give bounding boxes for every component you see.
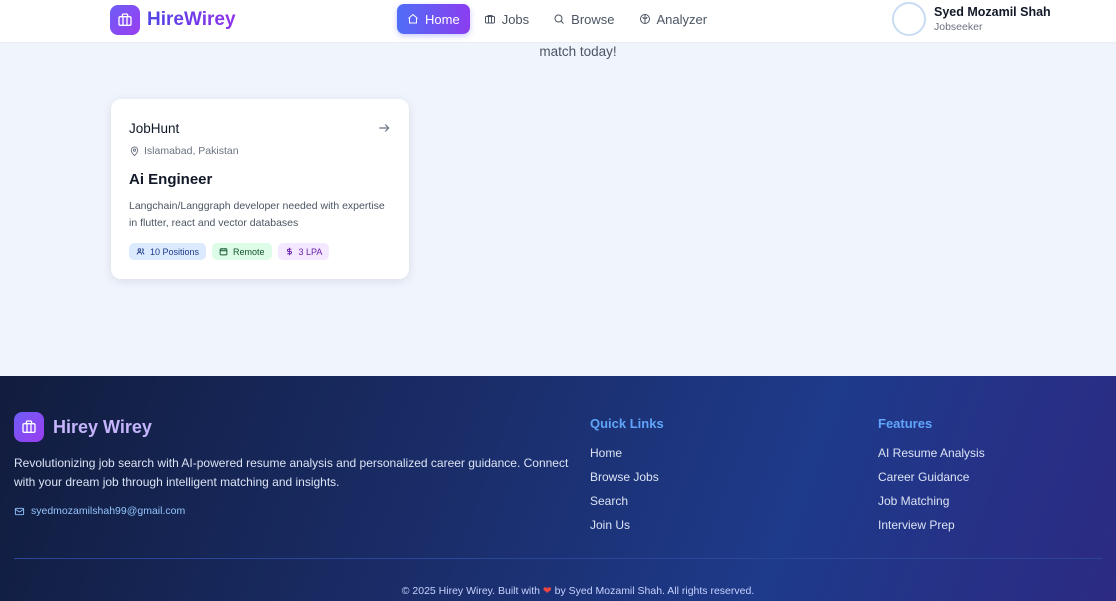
- footer-link-search[interactable]: Search: [590, 494, 664, 518]
- brain-icon: [639, 14, 650, 24]
- footer-feature-job-matching[interactable]: Job Matching: [878, 494, 985, 518]
- positions-badge: 10 Positions: [129, 243, 207, 260]
- footer-link-browse-jobs[interactable]: Browse Jobs: [590, 470, 664, 494]
- quick-links-column: Quick Links Home Browse Jobs Search Join…: [590, 416, 664, 542]
- dollar-icon: [286, 247, 292, 256]
- positions-text: 10 Positions: [150, 246, 200, 257]
- calendar-icon: [219, 248, 228, 256]
- location-text: Islamabad, Pakistan: [144, 145, 239, 157]
- mail-icon: [14, 507, 25, 515]
- copyright-prefix: © 2025 Hirey Wirey. Built with: [401, 585, 540, 597]
- footer-email-link[interactable]: syedmozamilshah99@gmail.com: [14, 505, 185, 517]
- footer-description: Revolutionizing job search with AI-power…: [14, 456, 569, 489]
- nav-browse-label: Browse: [571, 11, 615, 27]
- footer-brand-name: Hirey Wirey: [53, 416, 152, 437]
- footer-feature-resume-analysis[interactable]: AI Resume Analysis: [878, 446, 985, 470]
- user-role: Jobseeker: [934, 21, 983, 33]
- briefcase-icon: [484, 15, 495, 24]
- footer-divider: [14, 558, 1102, 559]
- search-icon: [554, 14, 565, 24]
- company-name: JobHunt: [129, 121, 180, 136]
- user-profile[interactable]: Syed Mozamil Shah Jobseeker: [892, 2, 1051, 36]
- footer-brand: Hirey Wirey: [14, 412, 152, 442]
- quick-links-heading: Quick Links: [590, 416, 664, 431]
- footer-feature-interview-prep[interactable]: Interview Prep: [878, 518, 985, 542]
- brand-logo-link[interactable]: HireWirey: [110, 5, 236, 35]
- heart-icon: ❤: [542, 585, 552, 597]
- nav-home-label: Home: [425, 11, 460, 27]
- map-pin-icon: [130, 146, 139, 156]
- job-title: Ai Engineer: [129, 171, 213, 188]
- nav-analyzer[interactable]: Analyzer: [629, 4, 718, 34]
- briefcase-icon: [110, 5, 140, 35]
- job-type-text: Remote: [233, 246, 265, 257]
- footer-link-join-us[interactable]: Join Us: [590, 518, 664, 542]
- nav-analyzer-label: Analyzer: [656, 11, 708, 27]
- footer-feature-career-guidance[interactable]: Career Guidance: [878, 470, 985, 494]
- salary-text: 3 LPA: [298, 246, 323, 257]
- nav-browse[interactable]: Browse: [543, 4, 624, 34]
- job-type-badge: Remote: [212, 243, 272, 260]
- main-nav: Home Jobs Browse Analyzer: [397, 4, 717, 34]
- features-column: Features AI Resume Analysis Career Guida…: [878, 416, 985, 542]
- top-navbar: HireWirey Home Jobs Browse Analyzer Syed…: [0, 0, 1116, 43]
- job-location: Islamabad, Pakistan: [129, 145, 391, 157]
- job-description: Langchain/Langgraph developer needed wit…: [129, 200, 385, 229]
- job-card[interactable]: JobHunt Islamabad, Pakistan Ai Engineer …: [111, 99, 409, 279]
- email-text: syedmozamilshah99@gmail.com: [31, 505, 186, 517]
- avatar[interactable]: [892, 2, 926, 36]
- hero-tagline: match today!: [539, 44, 617, 59]
- salary-badge: 3 LPA: [277, 243, 330, 260]
- brand-name: HireWirey: [147, 9, 236, 30]
- arrow-right-icon[interactable]: [377, 121, 391, 135]
- features-heading: Features: [878, 416, 933, 431]
- nav-home[interactable]: Home: [397, 4, 470, 34]
- copyright-suffix: by Syed Mozamil Shah. All rights reserve…: [554, 585, 755, 597]
- users-icon: [136, 248, 145, 255]
- site-footer: Hirey Wirey Revolutionizing job search w…: [0, 376, 1116, 601]
- job-badges: 10 Positions Remote 3 LPA: [129, 243, 391, 260]
- home-icon: [408, 13, 418, 24]
- briefcase-icon: [14, 412, 44, 442]
- footer-link-home[interactable]: Home: [590, 446, 664, 470]
- nav-jobs[interactable]: Jobs: [474, 4, 539, 34]
- copyright: © 2025 Hirey Wirey. Built with ❤ by Syed…: [0, 585, 1116, 597]
- nav-jobs-label: Jobs: [501, 11, 530, 27]
- user-name: Syed Mozamil Shah: [934, 5, 1051, 19]
